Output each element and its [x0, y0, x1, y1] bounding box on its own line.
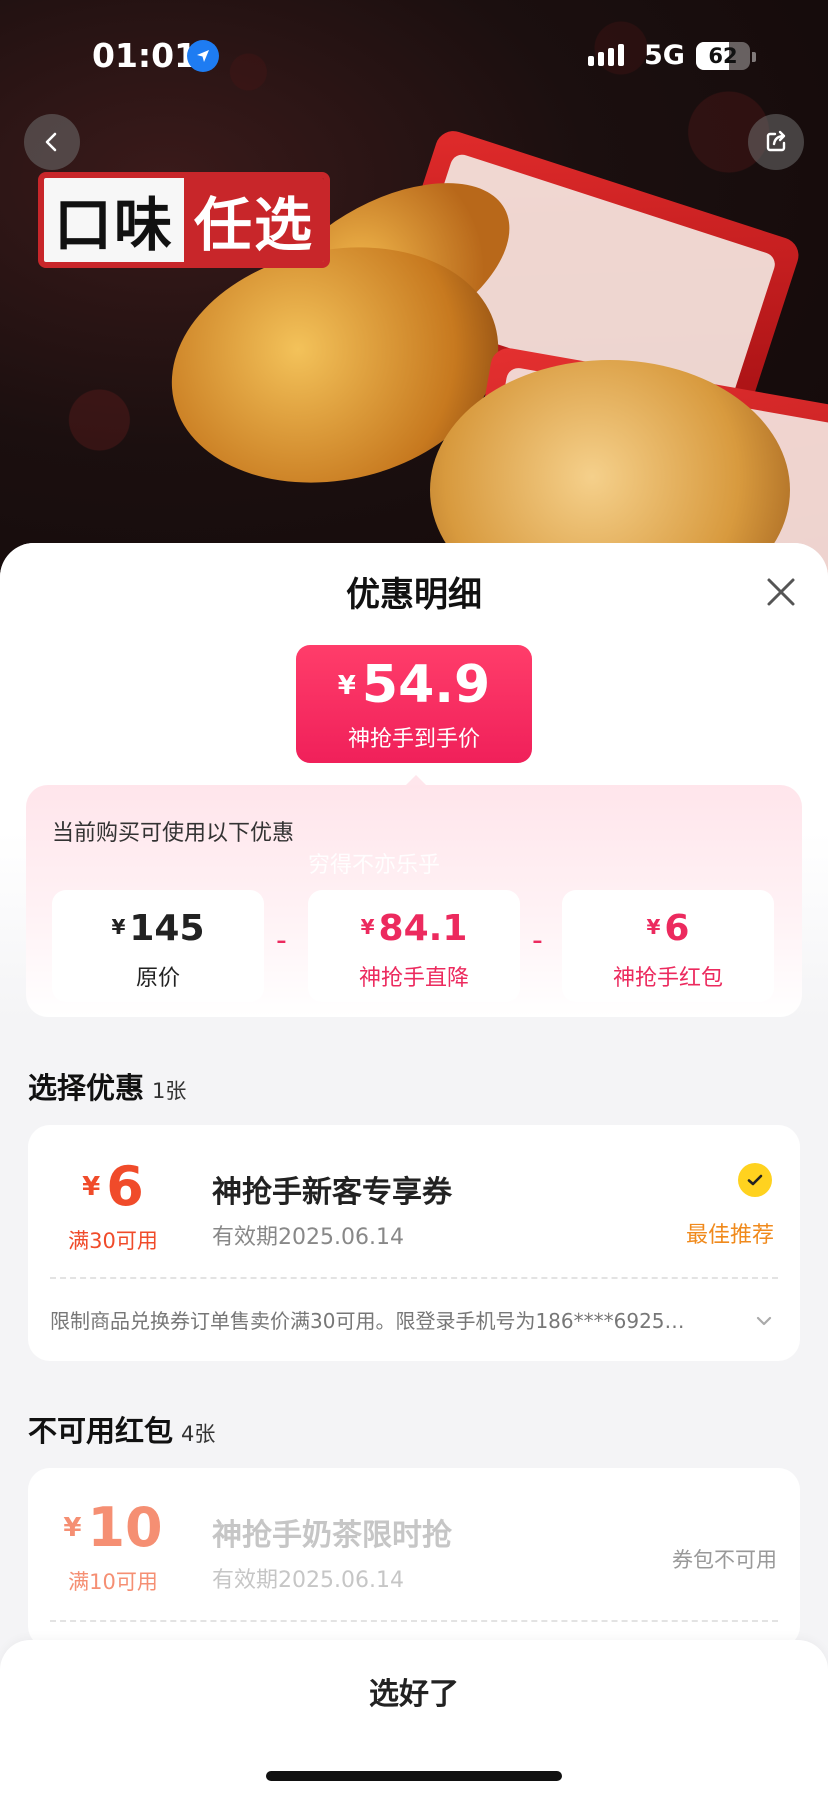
divider: [50, 1620, 778, 1622]
share-icon: [766, 130, 786, 152]
flavor-tag: 口味 任选: [38, 172, 331, 268]
coupon-card-unavailable: ¥10 满10可用 神抢手奶茶限时抢 有效期2025.06.14 券包不可用: [28, 1468, 800, 1648]
coupon-name: 神抢手新客专享券: [212, 1175, 452, 1210]
coupon-description: 限制商品兑换券订单售卖价满30可用。限登录手机号为186****6925…: [50, 1309, 685, 1333]
minus-sign: -: [532, 923, 543, 958]
red-packet-box: ¥6 神抢手红包: [562, 890, 774, 1002]
network-type: 5G: [644, 40, 685, 71]
battery-tip: [752, 52, 756, 62]
signal-bars-icon: [588, 44, 624, 66]
coupon-amount: ¥10: [63, 1496, 163, 1559]
confirm-button[interactable]: 选好了: [0, 1640, 828, 1750]
price-breakdown-card: 当前购买可使用以下优惠 穷得不亦乐乎 ¥145 原价 - ¥84.1 神抢手直降…: [26, 785, 802, 1017]
location-arrow-icon: [187, 40, 219, 72]
chevron-down-icon[interactable]: [754, 1311, 774, 1331]
best-recommend-badge: 最佳推荐: [686, 1223, 775, 1248]
sheet-title: 优惠明细: [346, 575, 482, 615]
coupon-status: 券包不可用: [672, 1548, 777, 1572]
bottom-action-bar: 选好了: [0, 1640, 828, 1795]
unavailable-title: 不可用红包 4张: [28, 1414, 216, 1448]
flavor-tag-part1: 口味: [44, 178, 185, 262]
status-bar: 01:01 5G 62: [0, 0, 828, 110]
original-price-box: ¥145 原价: [52, 890, 264, 1002]
coupon-validity: 有效期2025.06.14: [212, 1568, 404, 1593]
checkmark-icon[interactable]: [738, 1163, 772, 1197]
breakdown-heading: 当前购买可使用以下优惠: [52, 821, 295, 846]
flavor-tag-part2: 任选: [184, 178, 325, 262]
final-price: ¥54.9: [337, 655, 491, 715]
battery-icon: 62: [696, 42, 750, 70]
home-indicator: [266, 1771, 562, 1781]
discount-detail-sheet: 优惠明细 ¥54.9 神抢手到手价 当前购买可使用以下优惠 穷得不亦乐乎 ¥14…: [0, 543, 828, 1795]
back-button[interactable]: [24, 114, 80, 170]
final-price-label: 神抢手到手价: [347, 727, 480, 752]
share-button[interactable]: [748, 114, 804, 170]
select-discount-title: 选择优惠 1张: [28, 1071, 187, 1105]
coupon-amount: ¥6: [82, 1155, 144, 1218]
coupon-validity: 有效期2025.06.14: [212, 1225, 404, 1250]
coupon-card-available[interactable]: ¥6 满30可用 神抢手新客专享券 有效期2025.06.14 最佳推荐 限制商…: [28, 1125, 800, 1361]
watermark-text: 穷得不亦乐乎: [308, 853, 441, 878]
minus-sign: -: [276, 923, 287, 958]
final-price-badge: ¥54.9 神抢手到手价: [296, 645, 532, 763]
clock: 01:01: [92, 36, 198, 75]
divider: [50, 1277, 778, 1279]
close-icon[interactable]: [764, 575, 798, 609]
coupon-name: 神抢手奶茶限时抢: [212, 1518, 452, 1553]
direct-discount-box: ¥84.1 神抢手直降: [308, 890, 520, 1002]
coupon-condition: 满10可用: [68, 1570, 158, 1594]
chevron-left-icon: [45, 132, 57, 152]
battery-level: 62: [708, 44, 738, 68]
coupon-condition: 满30可用: [68, 1229, 158, 1253]
